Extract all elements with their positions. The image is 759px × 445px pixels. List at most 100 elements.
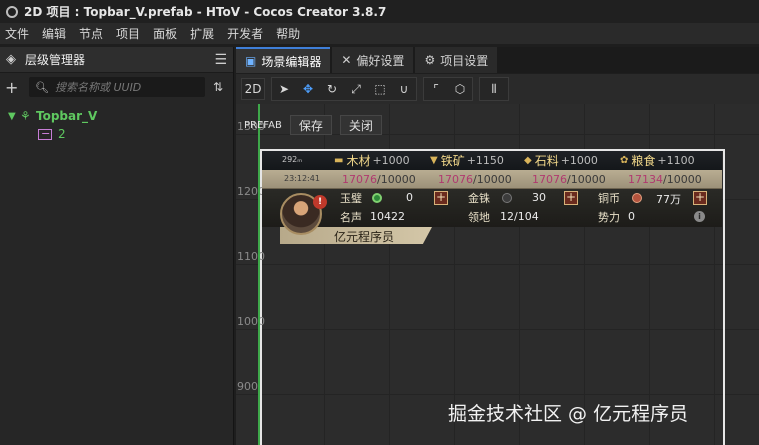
capacity-stone: 17076/10000 [532,173,606,186]
stone-icon: ◆ [524,155,532,166]
resource-food: ✿ 粮食 +1100 [620,152,695,169]
layers-icon: ◈ [6,51,16,67]
hierarchy-panel: ◈ 层级管理器 ☰ + 🔍︎ 搜索名称或 UUID ⇅ ▼ ⚘ Topbar_V… [0,47,234,445]
editor-tabs: ▣ 场景编辑器 ✕ 偏好设置 ⚙ 项目设置 [236,47,759,73]
hierarchy-title: 层级管理器 [25,53,86,67]
currency-gold-label: 金铢 [468,192,490,205]
capacity-row: 23:12:41 17076/10000 17076/10000 17076/1… [262,170,722,188]
player-name: 亿元程序员 [334,230,395,244]
window-title: 2D 项目 : Topbar_V.prefab - HToV - Cocos C… [24,5,387,19]
fame-label: 名声 [340,211,362,224]
resource-stone: ◆ 石料 +1000 [524,152,598,169]
pivot-tools: ⌜ ⬡ [423,77,473,101]
tab-project-settings[interactable]: ⚙ 项目设置 [415,47,498,73]
scale-tool-icon[interactable]: ⤢ [344,78,368,100]
resource-name: 石料 [534,154,559,168]
tree-node-topbar[interactable]: ▼ ⚘ Topbar_V [0,107,233,125]
rect-tool-icon[interactable]: ⬚ [368,78,392,100]
sort-icon[interactable]: ⇅ [213,80,223,94]
local-global-icon[interactable]: ⬡ [448,78,472,100]
network-latency: 292ₘ [282,155,303,164]
panel-menu-icon[interactable]: ☰ [214,52,227,68]
menu-bar: 文件 编辑 节点 项目 面板 扩展 开发者 帮助 [0,23,759,44]
tree-node-child[interactable]: 2 [0,125,233,143]
resource-name: 铁矿 [440,154,465,168]
tab-preferences[interactable]: ✕ 偏好设置 [332,47,414,73]
resource-iron: ▼ 铁矿 +1150 [430,152,504,169]
resource-gain: +1100 [657,154,695,167]
menu-edit[interactable]: 编辑 [42,25,66,42]
tab-label: 项目设置 [440,53,489,68]
node-tree: ▼ ⚘ Topbar_V 2 [0,101,233,143]
align-menu-icon[interactable]: ⫴ [480,78,508,100]
capacity-current: 17076 [438,173,473,186]
territory-value: 12/104 [500,210,539,223]
add-node-button[interactable]: + [5,78,23,97]
power-value: 0 [628,210,635,223]
toggle-2d-button[interactable]: 2D [241,78,265,100]
currency-gold-value: 30 [532,191,546,204]
jade-icon [372,193,382,203]
add-copper-button[interactable]: + [693,191,707,205]
scene-toolbar: 2D ➤ ✥ ↻ ⤢ ⬚ ∪ ⌜ ⬡ ⫴ [236,74,759,104]
topbar-prefab[interactable]: 292ₘ ▬ 木材 +1000 ▼ 铁矿 +1150 ◆ 石料 +1000 ✿ … [262,151,722,244]
resource-gain: +1000 [372,154,410,167]
rotate-tool-icon[interactable]: ↻ [320,78,344,100]
align-tools: ⫴ [479,77,509,101]
menu-project[interactable]: 项目 [116,25,140,42]
move-tool-icon[interactable]: ✥ [296,78,320,100]
save-prefab-button[interactable]: 保存 [289,115,332,135]
info-icon[interactable]: i [694,211,705,222]
menu-file[interactable]: 文件 [5,25,29,42]
currency-copper-label: 铜币 [598,192,620,205]
select-tool-icon[interactable]: ➤ [272,78,296,100]
ruler-label: 900 [237,380,258,393]
menu-help[interactable]: 帮助 [276,25,300,42]
tab-scene-editor[interactable]: ▣ 场景编辑器 [236,47,331,73]
search-placeholder: 搜索名称或 UUID [54,81,142,94]
magnet-tool-icon[interactable]: ∪ [392,78,416,100]
tab-label: 场景编辑器 [261,54,322,69]
pivot-icon[interactable]: ⌜ [424,78,448,100]
prefab-node-icon: ⚘ [20,109,31,123]
wood-icon: ▬ [334,155,344,166]
resource-wood: ▬ 木材 +1000 [334,152,410,169]
prefab-edit-bar: PREFAB 保存 关闭 [244,115,390,135]
hierarchy-search-input[interactable]: 🔍︎ 搜索名称或 UUID [29,77,205,97]
power-label: 势力 [598,211,620,224]
capacity-max: /10000 [377,173,416,186]
sprite-node-icon [38,128,52,140]
expand-arrow-icon[interactable]: ▼ [8,111,20,122]
currency-jade-value: 0 [406,191,413,204]
add-jade-button[interactable]: + [434,191,448,205]
capacity-iron: 17076/10000 [438,173,512,186]
watermark: 掘金技术社区 @ 亿元程序员 [448,403,689,425]
add-gold-button[interactable]: + [564,191,578,205]
tree-node-label: Topbar_V [36,109,98,123]
capacity-current: 17076 [342,173,377,186]
copper-coin-icon [632,193,642,203]
currency-jade-label: 玉璧 [340,192,362,205]
menu-panel[interactable]: 面板 [153,25,177,42]
hierarchy-header: ◈ 层级管理器 ☰ [0,47,233,73]
cocos-logo-icon [6,5,18,18]
menu-node[interactable]: 节点 [79,25,103,42]
territory-label: 领地 [468,211,490,224]
resource-gain: +1000 [560,154,598,167]
tab-label: 偏好设置 [356,53,405,68]
wrench-icon: ✕ [341,53,352,67]
scene-icon: ▣ [245,54,257,68]
clock: 23:12:41 [284,174,320,183]
menu-developer[interactable]: 开发者 [227,25,263,42]
close-prefab-button[interactable]: 关闭 [339,115,382,135]
alert-badge[interactable]: ! [313,195,327,209]
ruler-label: 1200 [237,185,265,198]
capacity-food: 17134/10000 [628,173,702,186]
resource-name: 粮食 [631,154,656,168]
resource-row: 292ₘ ▬ 木材 +1000 ▼ 铁矿 +1150 ◆ 石料 +1000 ✿ … [262,151,722,170]
menu-extension[interactable]: 扩展 [190,25,214,42]
prefab-label: PREFAB [244,119,282,131]
ruler-label: 1100 [237,250,265,263]
hierarchy-toolbar: + 🔍︎ 搜索名称或 UUID ⇅ [0,73,233,101]
title-bar: 2D 项目 : Topbar_V.prefab - HToV - Cocos C… [0,0,759,23]
